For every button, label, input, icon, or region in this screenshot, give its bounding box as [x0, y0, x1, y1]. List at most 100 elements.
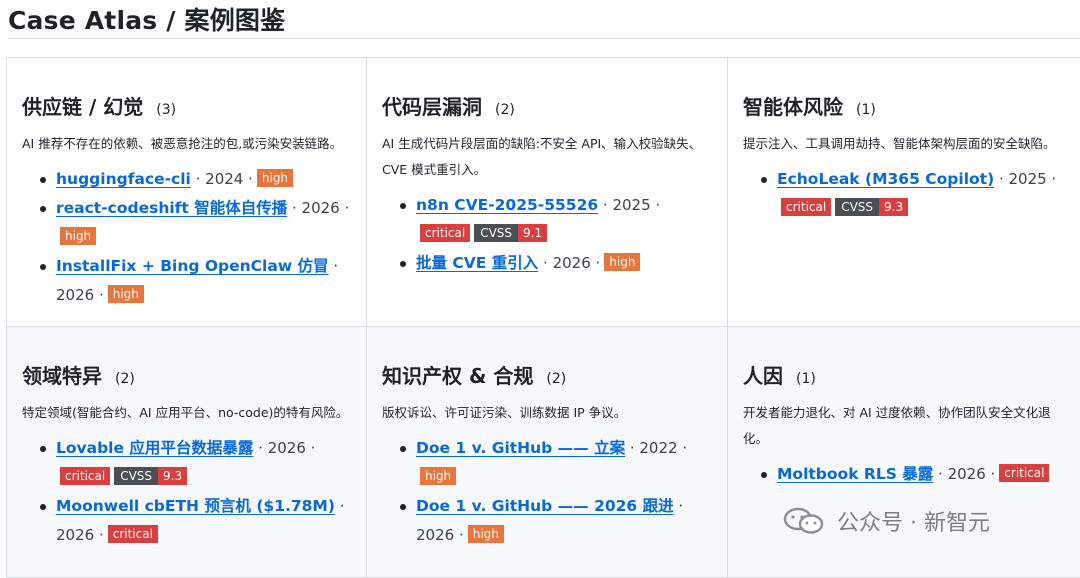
bullet-icon — [40, 446, 46, 452]
bullet-icon — [40, 504, 46, 510]
category-title: 智能体风险 — [743, 95, 843, 119]
case-year: · 2025 · — [994, 170, 1057, 188]
case-list: huggingface-cli · 2024 · high react-codesh… — [22, 165, 352, 310]
case-year: · 2026 · — [253, 439, 316, 457]
bullet-icon — [40, 177, 46, 183]
category-description: AI 推荐不存在的依赖、被恶意抢注的包,或污染安装链路。 — [22, 136, 343, 151]
case-list: Lovable 应用平台数据暴露 · 2026 · critical CVSS 9.3… — [22, 434, 352, 550]
list-item: Doe 1 v. GitHub —— 2026 跟进 · 2026 · high — [382, 492, 713, 550]
category-card: 代码层漏洞 (2) AI 生成代码片段层面的缺陷:不安全 API、输入校验缺失、CV… — [367, 58, 728, 327]
case-link[interactable]: Moonwell cbETH 预言机 ($1.78M) — [56, 497, 335, 515]
page-title: Case Atlas / 案例图鉴 — [8, 6, 286, 35]
category-header: 供应链 / 幻觉 (3) — [22, 91, 352, 123]
case-list: Doe 1 v. GitHub —— 立案 · 2022 ·high Doe 1 … — [382, 434, 713, 550]
bullet-icon — [761, 472, 767, 478]
list-item: InstallFix + Bing OpenClaw 仿冒 · 2026 · hi… — [22, 252, 352, 310]
case-year: · 2025 · — [598, 196, 661, 214]
cvss-label: CVSS — [114, 467, 159, 485]
case-link[interactable]: 批量 CVE 重引入 — [416, 254, 538, 272]
list-item: huggingface-cli · 2024 · high — [22, 165, 352, 194]
bullet-icon — [40, 264, 46, 270]
watermark: 公众号 · 新智元 — [783, 505, 990, 537]
cvss-score: 9.3 — [879, 198, 909, 216]
category-header: 知识产权 & 合规 (2) — [382, 360, 713, 392]
case-list: Moltbook RLS 暴露 · 2026 · critical — [743, 460, 1072, 489]
bullet-icon — [40, 206, 46, 212]
bullet-icon — [400, 261, 406, 267]
list-item: n8n CVE-2025-55526 · 2025 · critical CVSS 9… — [382, 191, 713, 249]
severity-badge: high — [604, 253, 641, 271]
category-count: (2) — [495, 102, 515, 118]
title-divider — [8, 38, 1080, 39]
case-list: n8n CVE-2025-55526 · 2025 · critical CVSS 9… — [382, 191, 713, 278]
cvss-label: CVSS — [474, 224, 519, 242]
case-link[interactable]: EchoLeak (M365 Copilot) — [777, 170, 994, 188]
category-card: 人因 (1) 开发者能力退化、对 AI 过度依赖、协作团队安全文化退化。 Moltbo… — [728, 327, 1080, 578]
severity-badge: critical — [781, 198, 832, 216]
case-link[interactable]: react-codeshift 智能体自传播 — [56, 199, 287, 217]
list-item: react-codeshift 智能体自传播 · 2026 · high — [22, 194, 352, 252]
case-year: · 2026 · — [538, 254, 601, 272]
category-title: 领域特异 — [22, 364, 102, 388]
category-title: 知识产权 & 合规 — [382, 364, 534, 388]
cvss-label: CVSS — [835, 198, 880, 216]
category-title: 人因 — [743, 364, 783, 388]
case-link[interactable]: huggingface-cli — [56, 170, 191, 188]
case-link[interactable]: Moltbook RLS 暴露 — [777, 465, 933, 483]
severity-badge: high — [467, 525, 504, 543]
case-link[interactable]: Doe 1 v. GitHub —— 2026 跟进 — [416, 497, 674, 515]
category-description: 开发者能力退化、对 AI 过度依赖、协作团队安全文化退化。 — [743, 405, 1051, 446]
case-year: · 2024 · — [190, 170, 253, 188]
category-card: 知识产权 & 合规 (2) 版权诉讼、许可证污染、训练数据 IP 争议。 Doe 1 … — [367, 327, 728, 578]
case-link[interactable]: n8n CVE-2025-55526 — [416, 196, 598, 214]
severity-badge: high — [256, 169, 294, 187]
category-count: (1) — [856, 102, 876, 118]
category-header: 代码层漏洞 (2) — [382, 91, 713, 123]
severity-badge: critical — [60, 467, 111, 485]
category-count: (1) — [796, 371, 816, 387]
severity-badge: critical — [999, 464, 1050, 482]
category-title: 供应链 / 幻觉 — [22, 95, 144, 119]
wechat-icon — [783, 507, 825, 535]
severity-badge: high — [420, 467, 457, 485]
category-description: 提示注入、工具调用劫持、智能体架构层面的安全缺陷。 — [743, 136, 1056, 151]
category-header: 领域特异 (2) — [22, 360, 352, 392]
category-card: 智能体风险 (1) 提示注入、工具调用劫持、智能体架构层面的安全缺陷。 EchoLea… — [728, 58, 1080, 327]
watermark-text: 公众号 · 新智元 — [837, 511, 990, 536]
category-card: 领域特异 (2) 特定领域(智能合约、AI 应用平台、no-code)的特有风险。 L… — [7, 327, 367, 578]
case-year: · 2026 · — [287, 199, 350, 217]
cvss-badge: CVSS 9.1 — [474, 224, 548, 242]
list-item: Moonwell cbETH 预言机 ($1.78M) · 2026 · crit… — [22, 492, 352, 550]
severity-badge: high — [107, 285, 144, 303]
bullet-icon — [400, 504, 406, 510]
category-count: (3) — [156, 102, 177, 118]
category-card: 供应链 / 幻觉 (3) AI 推荐不存在的依赖、被恶意抢注的包,或污染安装链路。 h… — [7, 58, 367, 327]
case-link[interactable]: InstallFix + Bing OpenClaw 仿冒 — [56, 257, 329, 275]
list-item: Moltbook RLS 暴露 · 2026 · critical — [743, 460, 1072, 489]
category-count: (2) — [546, 371, 567, 387]
cvss-score: 9.1 — [518, 224, 548, 242]
category-description: 版权诉讼、许可证污染、训练数据 IP 争议。 — [382, 405, 627, 420]
severity-badge: critical — [420, 224, 471, 242]
category-grid: 供应链 / 幻觉 (3) AI 推荐不存在的依赖、被恶意抢注的包,或污染安装链路。 h… — [6, 57, 1080, 578]
cvss-badge: CVSS 9.3 — [835, 198, 909, 216]
category-header: 人因 (1) — [743, 360, 1072, 392]
severity-badge: high — [60, 227, 97, 245]
case-year: · 2026 · — [933, 465, 996, 483]
category-title: 代码层漏洞 — [382, 95, 482, 119]
bullet-icon — [761, 177, 767, 183]
list-item: Doe 1 v. GitHub —— 立案 · 2022 · high — [382, 434, 713, 492]
category-header: 智能体风险 (1) — [743, 91, 1072, 123]
category-count: (2) — [115, 371, 135, 387]
list-item: Lovable 应用平台数据暴露 · 2026 · critical CVSS 9.3 — [22, 434, 352, 492]
bullet-icon — [400, 203, 406, 209]
cvss-score: 9.3 — [158, 467, 188, 485]
category-description: AI 生成代码片段层面的缺陷:不安全 API、输入校验缺失、CVE 模式重引入。 — [382, 136, 702, 177]
cvss-badge: CVSS 9.3 — [114, 467, 188, 485]
category-description: 特定领域(智能合约、AI 应用平台、no-code)的特有风险。 — [22, 405, 349, 420]
case-list: EchoLeak (M365 Copilot) · 2025 · critical… — [743, 165, 1072, 223]
case-link[interactable]: Lovable 应用平台数据暴露 — [56, 439, 253, 457]
bullet-icon — [400, 446, 406, 452]
case-link[interactable]: Doe 1 v. GitHub —— 立案 — [416, 439, 625, 457]
list-item: 批量 CVE 重引入 · 2026 · high — [382, 249, 713, 278]
